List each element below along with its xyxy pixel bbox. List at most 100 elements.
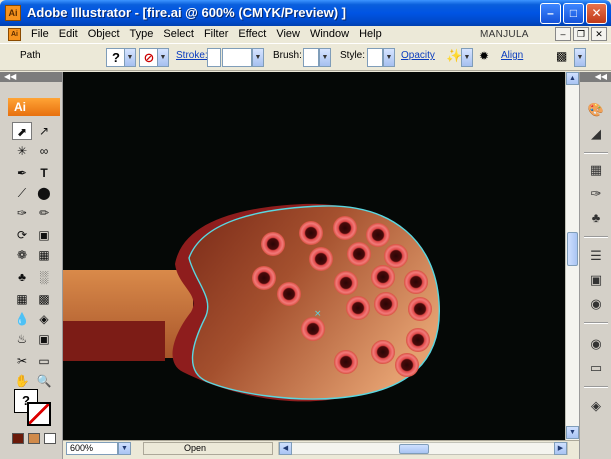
panel-menu-dropdown[interactable]: ▼ [574,48,586,67]
gradient-panel-icon[interactable]: ◢ [585,124,607,144]
horizontal-scroll-thumb[interactable] [399,444,429,454]
ember-dot [333,216,357,240]
stroke-color-box[interactable]: ⊘ [139,48,159,67]
ellipse-tool-icon[interactable]: ⬤ [34,184,54,202]
doc-close-button[interactable]: ✕ [591,27,607,41]
pen-tool-icon[interactable]: ✒ [12,164,32,182]
stroke-panel-icon[interactable]: ☰ [585,246,607,266]
style-field[interactable] [367,48,383,67]
color-panel-icon[interactable]: 🎨 [585,100,607,120]
stroke-weight-stepper[interactable] [207,48,221,67]
artboard-canvas[interactable]: × [63,72,579,440]
ember-dot [408,297,432,321]
dock-separator [584,236,608,238]
menu-file[interactable]: File [26,28,54,40]
stroke-dropdown[interactable]: ▼ [157,48,169,67]
transparency-panel-icon[interactable]: ▣ [585,270,607,290]
gradient-mode-icon[interactable] [28,433,40,444]
menu-view[interactable]: View [271,28,305,40]
doc-restore-button[interactable]: ❐ [573,27,589,41]
menu-select[interactable]: Select [158,28,199,40]
menu-window[interactable]: Window [305,28,354,40]
graph-tool-icon[interactable]: ░ [34,268,54,286]
scale-tool-icon[interactable]: ▣ [34,226,54,244]
pencil-tool-icon[interactable]: ✏ [34,204,54,222]
paintbrush-tool-icon[interactable]: ✑ [12,204,32,222]
graphic-styles-panel-icon[interactable]: ◉ [585,334,607,354]
dock-collapse[interactable]: ◀◀ [580,72,611,82]
live-paint-selection-tool-icon[interactable]: ▣ [34,330,54,348]
tools-panel-collapse[interactable]: ◀◀ [0,72,62,82]
free-transform-tool-icon[interactable]: ▦ [34,246,54,264]
appearance-panel-icon[interactable]: ◉ [585,294,607,314]
status-field[interactable]: Open [143,442,273,455]
status-text: Open [184,443,207,453]
eraser-tool-icon[interactable]: ▭ [34,352,54,370]
stroke-swatch[interactable] [27,402,51,426]
eyedropper-tool-icon[interactable]: 💧 [12,310,32,328]
blend-tool-icon[interactable]: ◈ [34,310,54,328]
scissors-tool-icon[interactable]: ✂ [12,352,32,370]
zoom-level-field[interactable]: 600% [66,442,118,455]
recolor-dropdown[interactable]: ▼ [461,48,473,67]
magic-wand-tool-icon[interactable]: ✳ [12,142,32,160]
gradient-tool-icon[interactable]: ▩ [34,290,54,308]
ai-logo: Ai [8,98,60,116]
maximize-button[interactable]: □ [563,3,584,24]
ember-dot [334,271,358,295]
brush-dropdown[interactable]: ▼ [319,48,331,67]
menu-effect[interactable]: Effect [233,28,271,40]
color-mode-icon[interactable] [12,433,24,444]
recolor-icon[interactable]: ✨ [446,48,462,64]
scroll-left-button[interactable]: ◀ [279,442,292,455]
symbol-sprayer-tool-icon[interactable]: ♣ [12,268,32,286]
transform-icon[interactable]: ▩ [556,49,567,63]
menu-help[interactable]: Help [354,28,387,40]
fill-dropdown[interactable]: ▼ [124,48,136,67]
align-link[interactable]: Align [501,50,523,61]
isolate-icon[interactable]: ✹ [479,49,489,63]
type-tool-icon[interactable]: T [34,164,54,182]
rotate-tool-icon[interactable]: ⟳ [12,226,32,244]
horizontal-scrollbar[interactable]: ◀ ▶ [278,442,568,455]
layers-panel-icon[interactable]: ▭ [585,358,607,378]
fill-stroke-swatches[interactable]: ? [14,389,54,429]
warp-tool-icon[interactable]: ❁ [12,246,32,264]
line-tool-icon[interactable]: ⟋ [12,184,32,202]
document-icon[interactable]: Ai [8,28,21,41]
mesh-tool-icon[interactable]: ▦ [12,290,32,308]
live-paint-bucket-tool-icon[interactable]: ♨ [12,330,32,348]
menu-filter[interactable]: Filter [199,28,233,40]
hand-tool-icon[interactable]: ✋ [12,372,32,390]
stroke-label[interactable]: Stroke: [176,50,208,61]
menu-bar: Ai File Edit Object Type Select Filter E… [0,26,611,44]
none-mode-icon[interactable] [44,433,56,444]
scroll-down-button[interactable]: ▼ [566,426,579,439]
brushes-panel-icon[interactable]: ✑ [585,184,607,204]
menu-edit[interactable]: Edit [54,28,83,40]
lasso-tool-icon[interactable]: ∞ [34,142,54,160]
selection-tool-icon[interactable]: ⬈ [12,122,32,140]
symbols-panel-icon[interactable]: ♣ [585,208,607,228]
zoom-tool-icon[interactable]: 🔍 [34,372,54,390]
vertical-scrollbar[interactable]: ▲ ▼ [565,72,579,440]
direct-selection-tool-icon[interactable]: ↗ [34,122,54,140]
style-dropdown[interactable]: ▼ [383,48,395,67]
stroke-weight-dropdown[interactable]: ▼ [252,48,264,67]
minimize-button[interactable]: – [540,3,561,24]
opacity-link[interactable]: Opacity [401,50,435,61]
vertical-scroll-thumb[interactable] [567,232,578,266]
brush-field[interactable] [303,48,319,67]
layers-stack-icon[interactable]: ◈ [585,396,607,416]
scroll-up-button[interactable]: ▲ [566,72,579,85]
swatches-panel-icon[interactable]: ▦ [585,160,607,180]
tools-panel: ◀◀ Ai ⬈ ↗ ✳ ∞ ✒ T ⟋ ⬤ ✑ ✏ ⟳ ▣ ❁ ▦ ♣ ░ ▦ … [0,72,63,459]
menu-object[interactable]: Object [83,28,125,40]
fill-color-box[interactable]: ? [106,48,126,67]
scroll-right-button[interactable]: ▶ [554,442,567,455]
stroke-weight-field[interactable] [222,48,252,67]
doc-minimize-button[interactable]: – [555,27,571,41]
zoom-dropdown[interactable]: ▼ [118,442,131,455]
menu-type[interactable]: Type [125,28,159,40]
close-button[interactable]: ✕ [586,3,607,24]
